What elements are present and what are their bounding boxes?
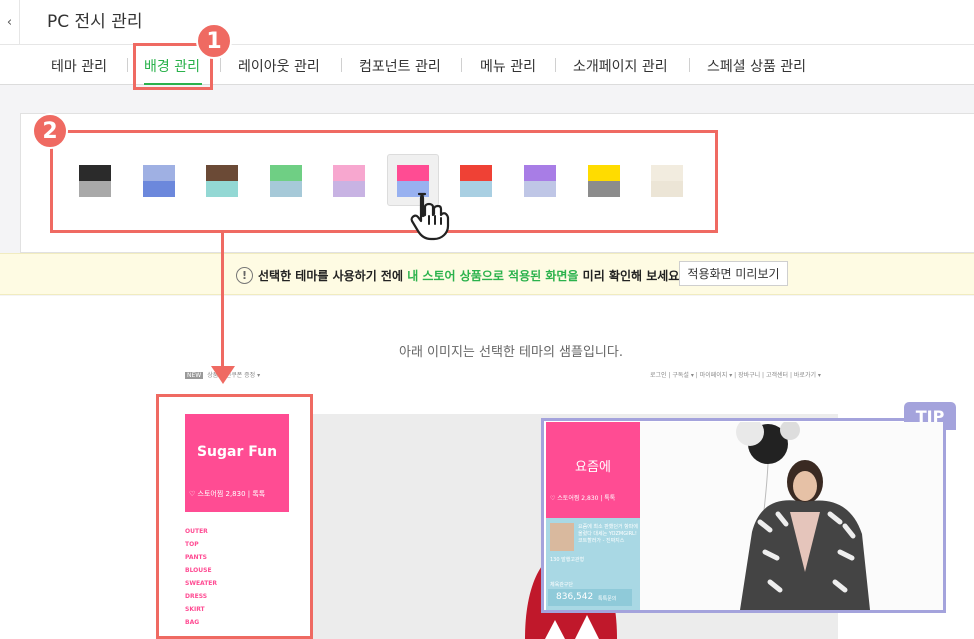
tip-stat-button: 톡톡문의	[598, 596, 617, 602]
sample-logo-text: Sugar Fun	[196, 444, 278, 460]
sample-category-item: BLOUSE	[185, 567, 212, 574]
swatch-top-color	[333, 165, 365, 181]
tab-layout[interactable]: 레이아웃 관리	[238, 56, 320, 76]
tab-divider	[127, 58, 128, 72]
tab-divider	[341, 58, 342, 72]
page: ‹ PC 전시 관리 테마 관리 배경 관리 레이아웃 관리 컴포넌트 관리 메…	[0, 0, 974, 639]
sample-topbar-right: 로그인 | 구독설 ▾ | 마이페이지 ▾ | 장바구니 | 고객센터 | 바로…	[650, 372, 821, 379]
tab-menu[interactable]: 메뉴 관리	[480, 56, 536, 76]
swatch-bottom-color	[651, 181, 683, 197]
tab-divider	[689, 58, 690, 72]
swatch-7[interactable]	[460, 165, 492, 197]
exclamation-circle-icon: !	[236, 267, 253, 284]
swatch-bottom-color	[460, 181, 492, 197]
swatch-8[interactable]	[524, 165, 556, 197]
notice-text-before: 선택한 테마를 사용하기 전에	[258, 269, 408, 283]
sample-category-item: PANTS	[185, 554, 207, 561]
sample-category-item: TOP	[185, 541, 199, 548]
swatch-bottom-color	[206, 181, 238, 197]
preview-button[interactable]: 적용화면 미리보기	[679, 261, 788, 286]
tab-intro-page[interactable]: 소개페이지 관리	[573, 56, 668, 76]
page-header: ‹ PC 전시 관리	[0, 0, 974, 45]
swatch-10[interactable]	[651, 165, 683, 197]
sample-category-item: OUTER	[185, 528, 208, 535]
swatch-top-color	[397, 165, 429, 181]
swatch-9[interactable]	[588, 165, 620, 197]
notice-text-highlight: 내 스토어 상품으로 적용된 화면을	[407, 269, 579, 283]
sample-category-item: BAG	[185, 619, 200, 626]
swatch-bottom-color	[588, 181, 620, 197]
swatch-bottom-color	[333, 181, 365, 197]
tab-divider	[220, 58, 221, 72]
pointer-hand-icon	[410, 192, 450, 241]
sample-category-item: DRESS	[185, 593, 208, 600]
tip-store-meta: ♡ 스토어찜 2,830 | 톡톡	[550, 495, 616, 502]
sample-caption: 아래 이미지는 선택한 테마의 샘플입니다.	[399, 345, 623, 360]
sample-category-item: SKIRT	[185, 606, 205, 613]
tab-divider	[461, 58, 462, 72]
tip-model-photo	[640, 422, 943, 610]
tip-description: 요즘에 최소 판했던거 항파에 올렸다 대세는 YOZMGIRL! 코트할러가 …	[578, 524, 638, 544]
back-button[interactable]: ‹	[0, 0, 20, 45]
tab-divider	[555, 58, 556, 72]
swatch-4[interactable]	[270, 165, 302, 197]
tip-stat-value: 836,542	[556, 592, 594, 602]
arrow-connector	[221, 233, 224, 373]
tab-component[interactable]: 컴포넌트 관리	[359, 56, 441, 76]
notice-text-after: 미리 확인해 보세요.	[578, 269, 684, 283]
sample-topbar-tag: NEW	[185, 372, 204, 379]
swatch-top-color	[206, 165, 238, 181]
tip-profile-thumbnail	[550, 523, 574, 551]
swatch-bottom-color	[79, 181, 111, 197]
swatch-top-color	[143, 165, 175, 181]
swatch-bottom-color	[143, 181, 175, 197]
step-badge-2: 2	[32, 113, 68, 149]
step-badge-1: 1	[196, 23, 232, 59]
tip-small-label: 130 발행고관형	[550, 557, 585, 563]
swatch-top-color	[651, 165, 683, 181]
sample-category-item: SWEATER	[185, 580, 218, 587]
swatch-bottom-color	[524, 181, 556, 197]
tip-stat-label: 체육관구단	[550, 582, 574, 588]
notice-text: 선택한 테마를 사용하기 전에 내 스토어 상품으로 적용된 화면을 미리 확인…	[258, 267, 684, 284]
swatch-top-color	[588, 165, 620, 181]
swatch-top-color	[79, 165, 111, 181]
swatch-3[interactable]	[206, 165, 238, 197]
tab-theme[interactable]: 테마 관리	[51, 56, 107, 76]
swatch-top-color	[270, 165, 302, 181]
swatch-bottom-color	[270, 181, 302, 197]
tip-store-name: 요즘에	[575, 460, 611, 475]
swatch-2[interactable]	[143, 165, 175, 197]
notice-bar: ! 선택한 테마를 사용하기 전에 내 스토어 상품으로 적용된 화면을 미리 …	[0, 253, 974, 295]
page-title: PC 전시 관리	[47, 12, 143, 32]
swatch-top-color	[460, 165, 492, 181]
tab-special-product[interactable]: 스페셜 상품 관리	[707, 56, 806, 76]
swatch-5[interactable]	[333, 165, 365, 197]
swatch-1[interactable]	[79, 165, 111, 197]
sample-logo-meta: ♡ 스토어찜 2,830 | 톡톡	[189, 490, 266, 498]
swatch-top-color	[524, 165, 556, 181]
chevron-left-icon: ‹	[6, 15, 13, 30]
arrow-head	[211, 366, 235, 384]
